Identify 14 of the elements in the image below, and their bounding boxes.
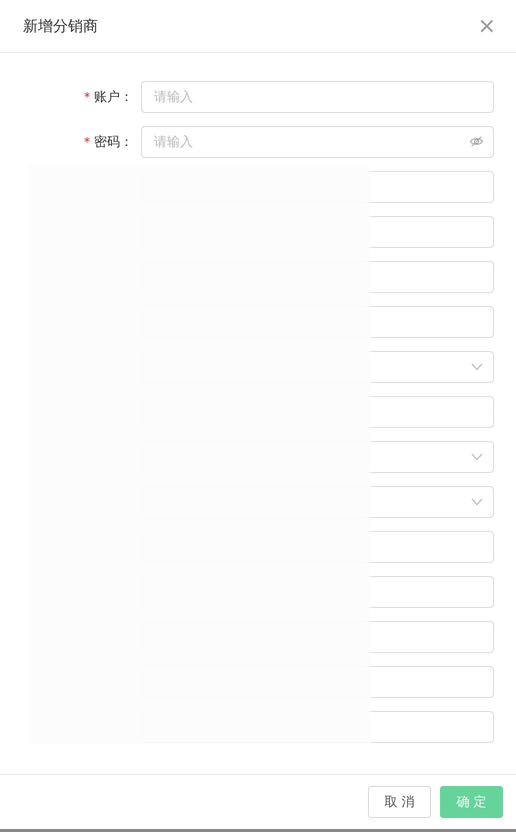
field-label: 密码： (94, 134, 133, 151)
dialog-title: 新增分销商 (23, 16, 98, 36)
confirm-button[interactable]: 确 定 (440, 786, 503, 818)
chevron-down-icon[interactable] (471, 363, 483, 371)
required-mark: * (84, 90, 90, 104)
cancel-button[interactable]: 取 消 (368, 786, 431, 818)
hidden-eye-icon[interactable] (469, 134, 484, 149)
required-mark: * (84, 135, 90, 149)
chevron-down-icon[interactable] (471, 498, 483, 506)
field-label: 账户： (94, 89, 133, 106)
close-button[interactable]: × (474, 14, 500, 38)
input-field[interactable]: 请输入 (141, 126, 494, 158)
chevron-down-icon[interactable] (471, 453, 483, 461)
input-field[interactable]: 请输入 (141, 81, 494, 113)
